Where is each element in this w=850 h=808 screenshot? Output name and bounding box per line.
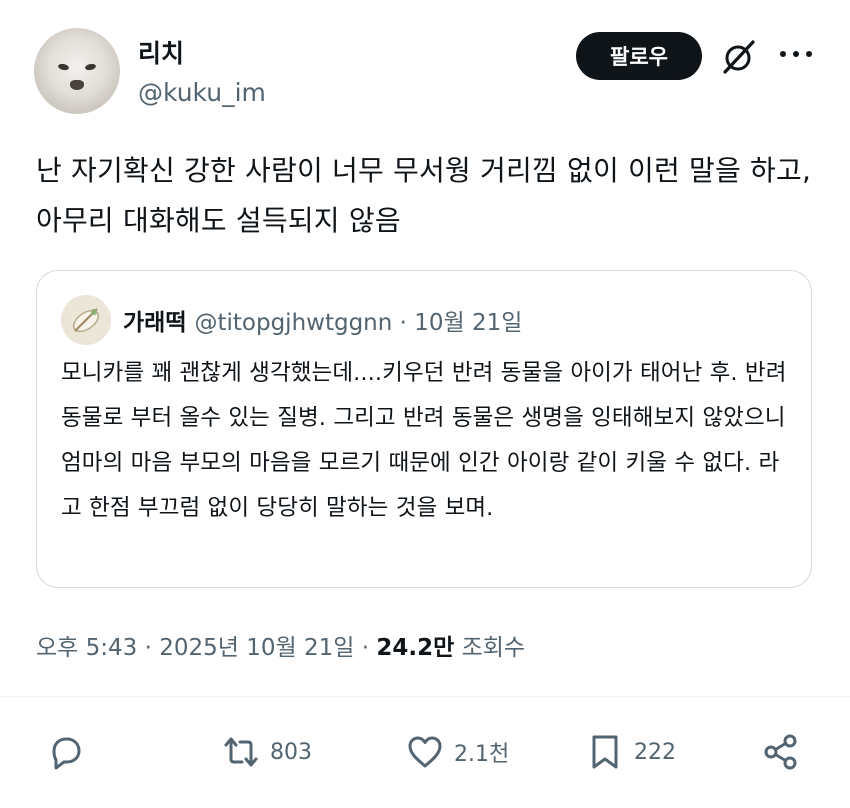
grok-icon[interactable] [720,38,758,76]
retweet-count: 803 [270,739,312,765]
author-handle[interactable]: @kuku_im [138,78,266,107]
divider [0,696,850,697]
reply-icon [52,737,81,770]
bookmark-icon [592,735,618,769]
like-count: 2.1천 [454,742,510,767]
view-count: 24.2만 [376,635,455,661]
view-label: 조회수 [461,635,526,661]
bookmark-count: 222 [634,739,676,765]
tweet-date[interactable]: 2025년 10월 21일 [159,635,354,661]
retweet-icon [224,737,258,767]
quoted-tweet[interactable]: 가래떡 @titopgjhwtggnn · 10월 21일 모니카를 꽤 괜찮게 … [36,270,812,588]
more-icon[interactable] [778,44,814,64]
follow-button[interactable]: 팔로우 [576,32,702,80]
bookmark-button[interactable]: 222 [586,724,676,780]
reply-button[interactable] [46,724,94,780]
heart-icon [408,736,442,768]
quote-header: 가래떡 @titopgjhwtggnn · 10월 21일 [123,310,523,336]
share-icon [764,734,797,770]
action-bar: 803 2.1천 222 [0,724,850,780]
share-button[interactable] [762,724,800,780]
retweet-button[interactable]: 803 [222,724,312,780]
quote-author-name[interactable]: 가래떡 [123,310,186,336]
like-button[interactable]: 2.1천 [406,724,509,780]
author-display-name[interactable]: 리치 [138,34,184,70]
author-avatar[interactable] [34,28,120,114]
rice-cake-icon [72,308,100,333]
tweet-text: 난 자기확신 강한 사람이 너무 무서웡 거리낌 없이 이런 말을 하고, 아무… [36,154,812,237]
quote-date[interactable]: 10월 21일 [414,310,522,336]
quote-author-handle[interactable]: @titopgjhwtggnn [194,310,392,336]
quote-text: 모니카를 꽤 괜찮게 생각했는데....키우던 반려 동물을 아이가 태어난 후… [61,360,787,521]
tweet-time[interactable]: 오후 5:43 [36,635,137,661]
quote-author-avatar[interactable] [61,295,111,345]
tweet-metadata: 오후 5:43 · 2025년 10월 21일 · 24.2만 조회수 [36,635,526,661]
